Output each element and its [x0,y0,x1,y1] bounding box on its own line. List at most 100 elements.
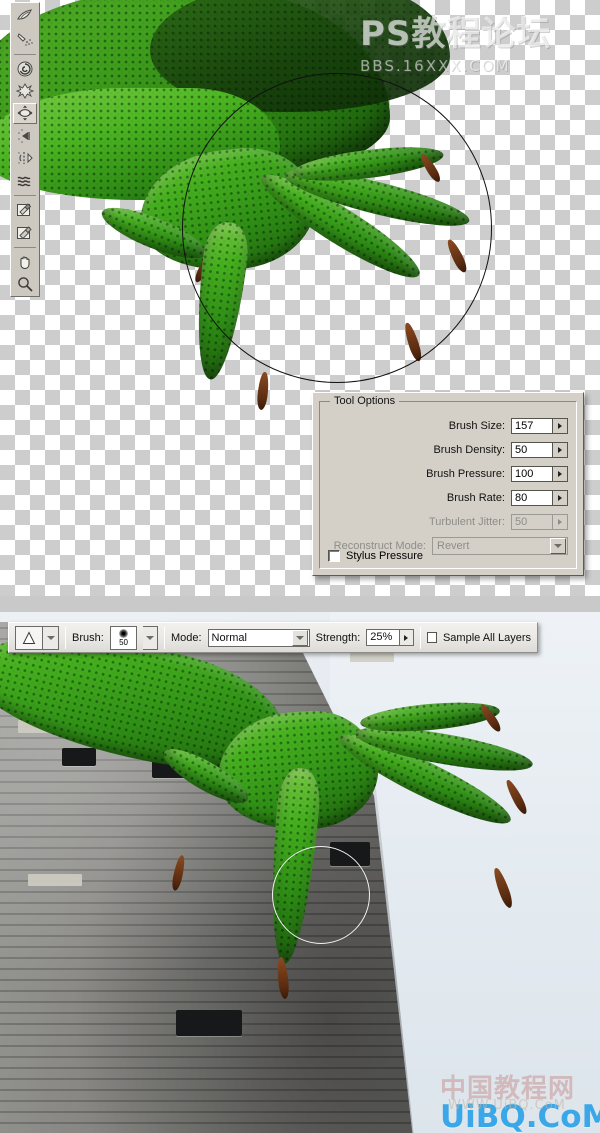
mode-value: Normal [211,631,247,644]
brush-rate-label: Brush Rate: [446,492,505,504]
brush-rate-value[interactable]: 80 [512,491,552,505]
tool-options-bar[interactable]: Brush: 50 Mode: Normal Strength: 25% Sam… [8,622,538,653]
brush-density-value[interactable]: 50 [512,443,552,457]
brush-pressure-value[interactable]: 100 [512,467,552,481]
field-brush-rate-row: Brush Rate: 80 [320,488,568,508]
field-brush-pressure-row: Brush Pressure: 100 [320,464,568,484]
brush-size-spinner[interactable]: 157 [511,418,568,434]
brush-tip-icon [119,629,129,638]
stylus-pressure-label: Stylus Pressure [346,550,424,562]
bloat-icon [16,104,34,122]
brush-size-value: 50 [119,638,128,647]
mode-label: Mode: [170,631,202,644]
brush-picker-dropdown[interactable] [143,625,158,650]
magnifier-icon [16,275,34,293]
tool-bloat[interactable] [13,102,37,125]
screenshot-root: PS教程论坛 BBS.16XXX.COM Tool Options Brush … [0,0,600,1133]
brush-density-stepper[interactable] [552,443,567,457]
chevron-down-icon [554,544,562,548]
toolbar-divider-3 [14,247,36,249]
tool-options-groupbox: Tool Options Brush Size: 157 Brush Densi… [319,395,577,569]
sample-all-layers-label: Sample All Layers [442,631,531,644]
field-brush-density-row: Brush Density: 50 [320,440,568,460]
freeze-mask-icon [16,201,34,219]
chevron-down-icon [295,635,304,640]
lizard-claw-b3 [491,866,515,910]
brush-density-spinner[interactable]: 50 [511,442,568,458]
reconstruct-mode-value: Revert [437,540,470,552]
brush-preview[interactable]: 50 [109,625,138,650]
chevron-right-icon [404,634,409,641]
liquify-toolbar[interactable] [10,2,40,297]
panel-divider [0,596,600,612]
lizard-claw-4 [444,237,470,275]
lizard-claw-3 [402,321,424,363]
lizard-artwork-bottom [0,612,600,1133]
tool-freeze-mask[interactable] [13,199,37,220]
brush-rate-spinner[interactable]: 80 [511,490,568,506]
chevron-down-icon [46,635,55,640]
sample-all-layers-checkbox[interactable] [426,632,437,643]
tool-options-title: Tool Options [330,395,400,407]
mode-dropdown[interactable]: Normal [207,628,310,647]
strength-stepper[interactable] [398,630,413,645]
brush-density-label: Brush Density: [433,444,505,456]
lizard-claw-2 [256,371,270,411]
chevron-right-icon [558,423,562,429]
lizard-claw-b4 [503,778,530,816]
chevron-right-icon [558,495,562,501]
options-separator-1 [65,626,66,649]
brush-size-stepper[interactable] [552,419,567,433]
pucker-icon [16,82,34,100]
tool-forward-warp[interactable] [13,6,37,27]
toolbar-divider-1 [14,53,36,55]
options-separator-2 [163,626,165,649]
reconstruct-mode-dropdown: Revert [432,537,568,555]
brush-size-label: Brush Size: [448,420,505,432]
triangle-icon [16,630,42,646]
stylus-pressure-row[interactable]: Stylus Pressure [328,550,423,562]
dropdown-button[interactable] [291,629,308,646]
tool-preset-dropdown[interactable] [42,626,58,649]
reconstruct-icon [16,30,34,48]
tool-turbulence[interactable] [13,170,37,191]
turbulent-jitter-spinner: 50 [511,514,568,530]
field-brush-size-row: Brush Size: 157 [320,416,568,436]
strength-value[interactable]: 25% [367,630,399,645]
turbulent-jitter-value: 50 [512,515,552,529]
field-turbulent-jitter-row: Turbulent Jitter: 50 [320,512,568,532]
brush-pressure-stepper[interactable] [552,467,567,481]
chevron-right-icon [558,519,562,525]
chevron-down-icon [146,635,155,640]
brush-label: Brush: [72,631,104,644]
tool-options-dialog[interactable]: Tool Options Brush Size: 157 Brush Densi… [312,392,584,576]
tool-twirl-clockwise[interactable] [13,58,37,79]
tool-pucker[interactable] [13,80,37,101]
brush-rate-stepper[interactable] [552,491,567,505]
liquify-preview-canvas[interactable]: PS教程论坛 BBS.16XXX.COM Tool Options Brush … [0,0,600,596]
turbulence-icon [16,172,34,190]
stylus-pressure-checkbox[interactable] [328,550,340,562]
tool-hand[interactable] [13,251,37,272]
image-canvas-bottom[interactable] [0,612,600,1133]
tool-zoom[interactable] [13,274,37,295]
options-separator-3 [419,626,421,649]
hand-icon [16,253,34,271]
lizard-claw-b2 [275,956,291,1000]
chevron-right-icon [558,471,562,477]
lizard-claw-b1 [170,854,187,892]
tool-reconstruct[interactable] [13,28,37,49]
turbulent-jitter-label: Turbulent Jitter: [428,516,505,528]
tool-thaw-mask[interactable] [13,222,37,243]
tool-push-left[interactable] [13,125,37,146]
brush-pressure-spinner[interactable]: 100 [511,466,568,482]
warp-icon [16,8,34,26]
mirror-icon [16,149,34,167]
tool-mirror[interactable] [13,148,37,169]
push-left-icon [16,127,34,145]
strength-label: Strength: [315,631,361,644]
chevron-right-icon [558,447,562,453]
current-tool-button[interactable] [15,625,59,650]
brush-size-value[interactable]: 157 [512,419,552,433]
strength-spinner[interactable]: 25% [366,629,414,646]
